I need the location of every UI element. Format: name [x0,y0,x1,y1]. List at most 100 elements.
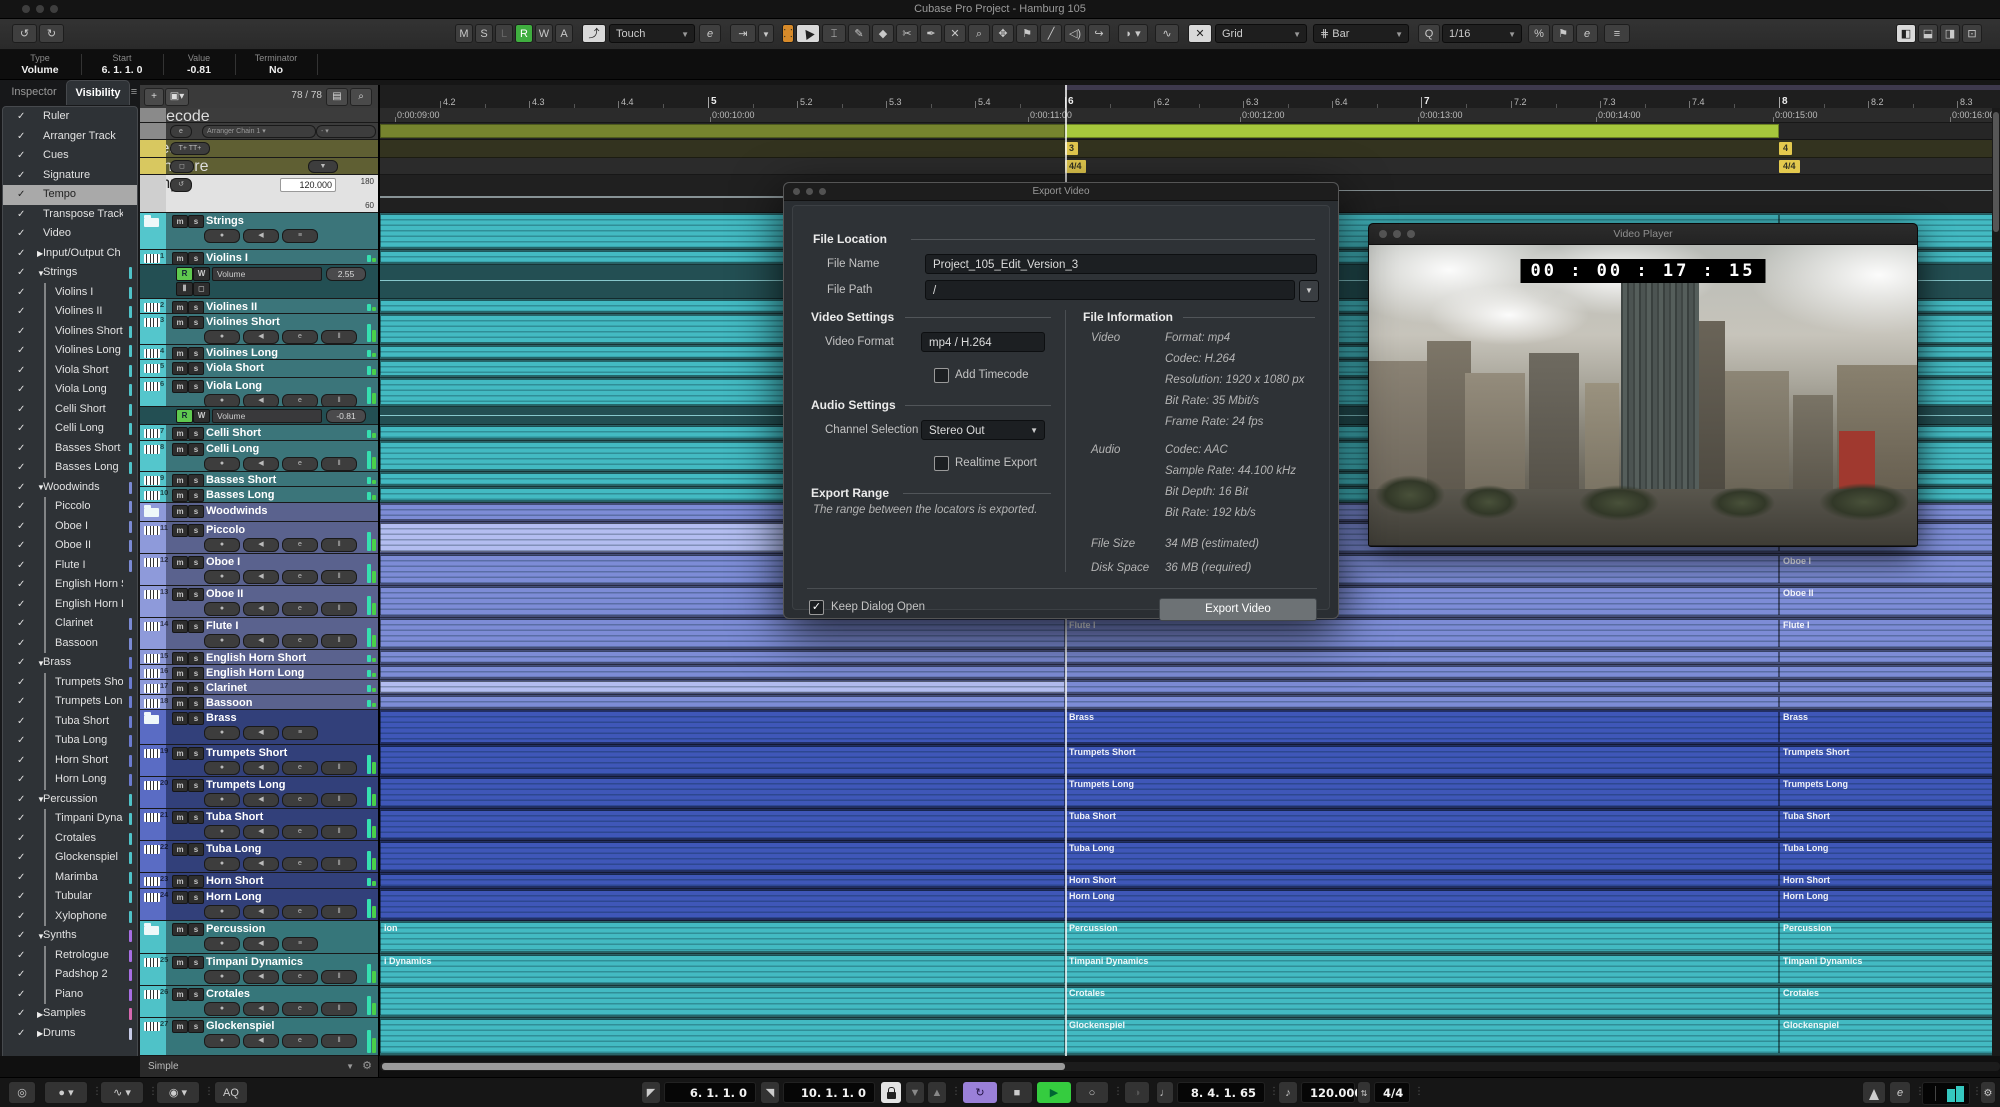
sidebar-item-xylophone[interactable]: ✓ Xylophone [3,906,137,927]
sidebar-item-crotales[interactable]: ✓ Crotales [3,828,137,849]
monitor-button[interactable]: ◀ [243,793,279,807]
track-viola-long[interactable]: 6 m s Viola Long ● ◀ e ⦀ [140,378,378,407]
mute-button[interactable]: m [172,620,188,633]
sidebar-item-horn-long[interactable]: ✓ Horn Long [3,770,137,790]
solo-button[interactable]: s [188,682,204,694]
video-player-titlebar[interactable]: Video Player [1369,224,1917,245]
midi-region[interactable] [380,696,1065,708]
solo-button[interactable]: s [188,988,204,1001]
midi-region[interactable]: Oboe II [1779,587,2000,616]
lane-trumpets-long[interactable]: Trumpets Long Trumpets Long [380,777,2000,809]
automation-read-button[interactable]: R [176,409,193,423]
solo-button[interactable]: s [188,474,204,486]
track-english-horn-short[interactable]: 15 m s English Horn Short [140,650,378,665]
midi-region[interactable]: Brass [1779,711,2000,743]
track-english-horn-long[interactable]: 16 m s English Horn Long [140,665,378,680]
visibility-check-icon[interactable]: ✓ [17,205,25,225]
signature-marker[interactable]: 4/4 [1065,160,1086,173]
lane-timpani-dynamics[interactable]: i Dynamics Timpani Dynamics Timpani Dynami… [380,954,2000,986]
file-path-input[interactable]: / [925,280,1295,300]
sidebar-item-strings[interactable]: ✓ ▼ Strings [3,263,137,283]
channel-edit-button[interactable]: e [282,457,318,471]
record-enable-button[interactable]: ● [204,726,240,740]
record-enable-button[interactable]: ● [204,457,240,471]
window-close-icon[interactable] [22,5,30,13]
solo-button[interactable]: s [188,505,204,518]
sidebar-item-celli-long[interactable]: ✓ Celli Long [3,419,137,439]
tab-visibility[interactable]: Visibility [66,80,130,105]
midi-region[interactable]: ion [380,922,1065,952]
sidebar-item-tubular[interactable]: ✓ Tubular [3,887,137,907]
track-bassoon[interactable]: 18 m s Bassoon [140,695,378,710]
track-settings-gear-icon[interactable]: ⚙ [362,1056,372,1077]
automation-l-button[interactable]: L [495,24,513,43]
tab-inspector[interactable]: Inspector [4,80,64,104]
solo-button[interactable]: s [188,301,204,313]
video-close-icon[interactable] [1379,230,1387,238]
sidebar-item-synths[interactable]: ✓ ▼ Synths [3,926,137,946]
quantize-edit-icon[interactable]: e [1576,24,1598,43]
midi-region[interactable]: Crotales [1065,987,1779,1016]
right-zone-toggle-icon[interactable]: ◨ [1940,24,1960,43]
visibility-check-icon[interactable]: ✓ [17,868,25,888]
automation-value[interactable]: 2.55 [326,267,366,281]
monitor-button[interactable]: ◀ [243,457,279,471]
mute-button[interactable]: m [172,682,188,694]
automation-lane-options-button[interactable]: ⦀ [176,282,193,296]
sidebar-item-tuba-long[interactable]: ✓ Tuba Long [3,731,137,751]
solo-button[interactable]: s [188,956,204,969]
cues-add-buttons[interactable]: T+ TT+ [170,142,210,155]
sidebar-item-viola-long[interactable]: ✓ Viola Long [3,380,137,400]
midi-region[interactable] [380,874,1065,887]
monitor-button[interactable]: ◀ [243,825,279,839]
midi-region[interactable] [380,890,1065,919]
visibility-check-icon[interactable]: ✓ [17,224,25,244]
channel-edit-button[interactable]: e [282,602,318,616]
midi-region[interactable] [380,842,1065,871]
sidebar-item-retrologue[interactable]: ✓ Retrologue [3,945,137,966]
track-trumpets-short[interactable]: 19 m s Trumpets Short ● ◀ e ⦀ [140,745,378,777]
midi-region[interactable] [1779,696,2000,708]
instrument-button[interactable]: ⦀ [321,905,357,919]
visibility-check-icon[interactable]: ✓ [17,829,25,849]
punch-out-icon[interactable]: ▲ [927,1081,947,1104]
track-arranger[interactable]: e Arranger Chain 1 ▾ - ▾ [140,123,378,140]
solo-button[interactable]: s [188,747,204,760]
folder-track-percussion[interactable]: m s Percussion ● ◀ ≡ [140,921,378,954]
sidebar-item-signature[interactable]: ✓ Signature [3,166,137,186]
track-celli-long[interactable]: 8 m s Celli Long ● ◀ e ⦀ [140,441,378,472]
visibility-check-icon[interactable]: ✓ [17,458,25,478]
sidebar-item-oboe-i[interactable]: ✓ Oboe I [3,516,137,537]
record-enable-button[interactable]: ● [204,330,240,344]
iterative-quantize-icon[interactable]: % [1528,24,1550,43]
visibility-check-icon[interactable]: ✓ [17,536,25,556]
lane-timecode[interactable]: 0:00:09:00 0:00:10:00 0:00:11:00 0:00:12:00… [380,108,2000,123]
midi-region[interactable]: Flute I [1065,619,1779,648]
sidebar-item-piccolo[interactable]: ✓ Piccolo [3,497,137,517]
record-enable-button[interactable]: ● [204,602,240,616]
sidebar-item-flute-i[interactable]: ✓ Flute I [3,555,137,576]
visibility-check-icon[interactable]: ✓ [17,712,25,732]
lane-tuba-long[interactable]: Tuba Long Tuba Long [380,841,2000,873]
sidebar-item-basses-long[interactable]: ✓ Basses Long [3,458,137,478]
dialog-close-icon[interactable] [793,188,800,195]
quantize-icon[interactable]: Q [1418,24,1440,43]
visibility-check-icon[interactable]: ✓ [17,751,25,771]
zoom-tool-icon[interactable]: ⌕ [968,24,990,43]
visibility-check-icon[interactable]: ✓ [17,907,25,927]
group-edit-button[interactable]: ≡ [282,937,318,951]
midi-region[interactable]: Trumpets Long [1065,778,1779,807]
sidebar-item-violines-short[interactable]: ✓ Violines Short [3,321,137,342]
mute-button[interactable]: m [172,923,188,936]
channel-edit-button[interactable]: e [282,634,318,648]
record-enable-button[interactable]: ● [204,857,240,871]
visibility-check-icon[interactable]: ✓ [17,283,25,303]
channel-edit-button[interactable]: e [282,970,318,984]
mute-button[interactable]: m [172,779,188,792]
dialog-minimize-icon[interactable] [806,188,813,195]
sidebar-item-violines-long[interactable]: ✓ Violines Long [3,341,137,361]
visibility-check-icon[interactable]: ✓ [17,614,25,634]
cycle-button[interactable]: ↻ [962,1081,998,1104]
visibility-check-icon[interactable]: ✓ [17,575,25,595]
autoscroll-dropdown-icon[interactable]: ▼ [758,24,774,43]
